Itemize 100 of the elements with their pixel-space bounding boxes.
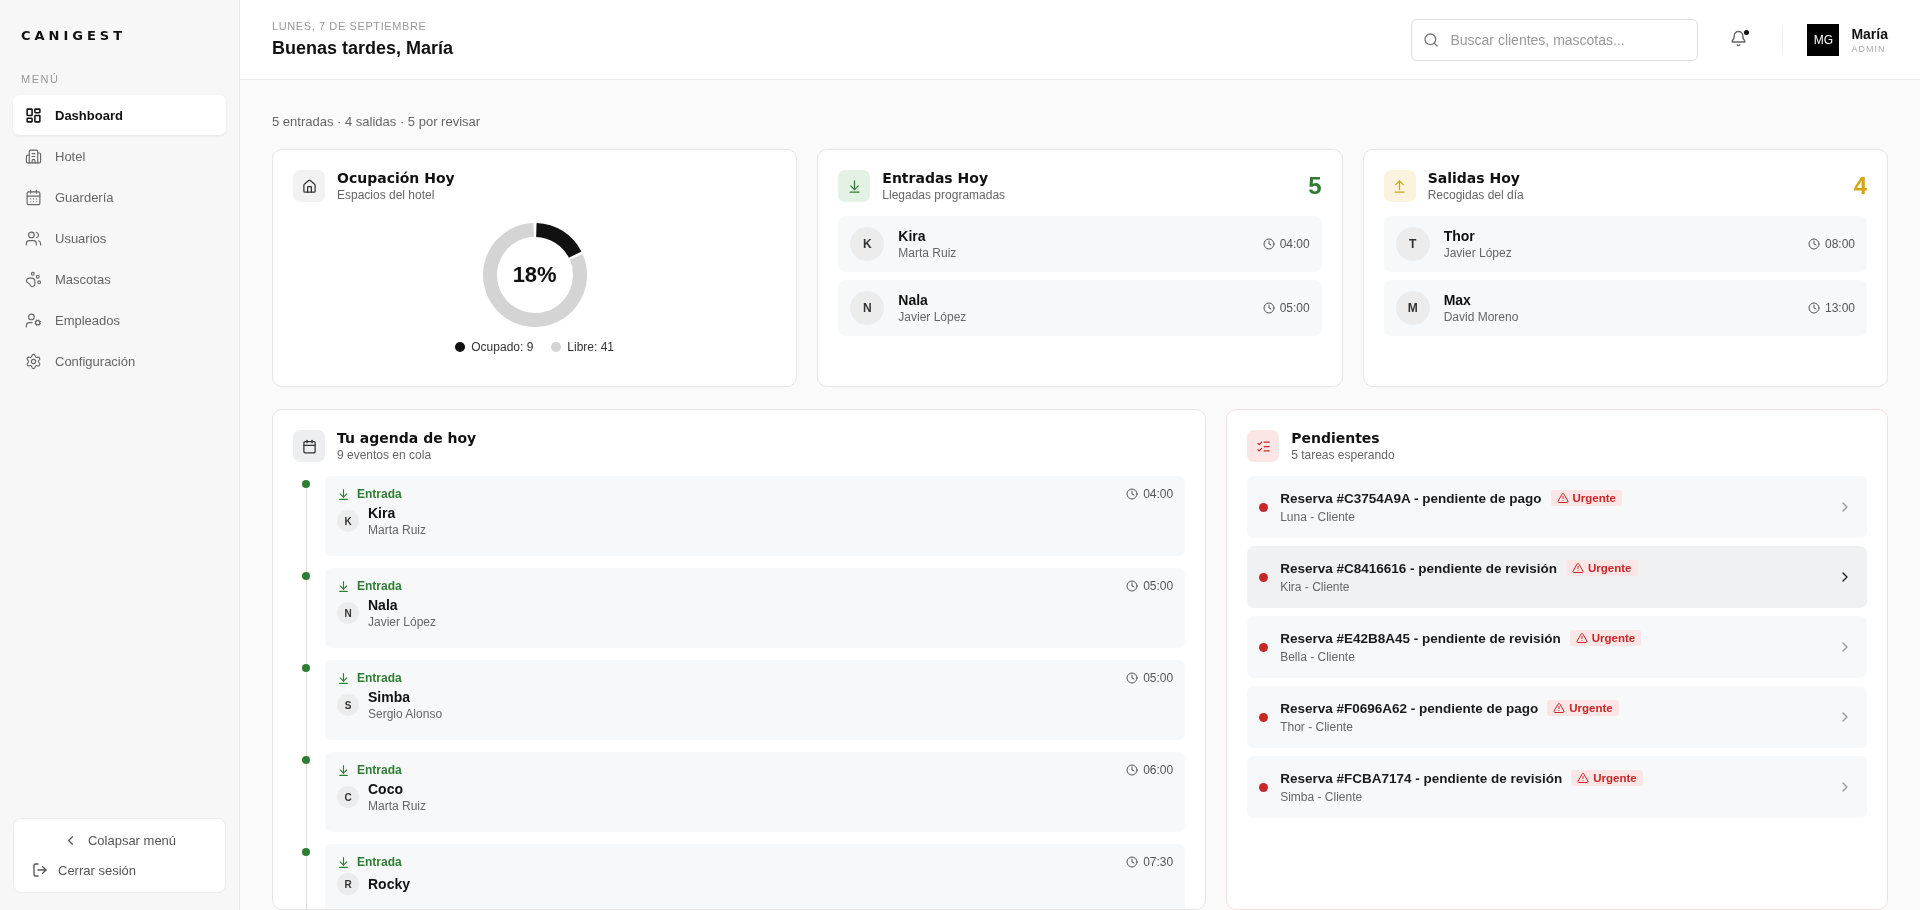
download-arrow-icon (337, 671, 350, 685)
time: 04:00 (1279, 237, 1310, 251)
task-title: Reserva #E42B8A45 - pendiente de revisión (1280, 630, 1561, 646)
pet-row[interactable]: N Nala Javier López 05:00 (838, 280, 1322, 336)
percentage: 18% (512, 262, 557, 288)
owner-name: Sergio Alonso (368, 707, 443, 721)
nav-item[interactable]: Usuarios (13, 218, 226, 258)
nav-item[interactable]: Guardería (13, 177, 226, 217)
user-name: María (1851, 25, 1888, 42)
collapse-menu-button[interactable]: Colapsar menú (62, 833, 177, 848)
owner-name: Marta Ruiz (368, 799, 426, 813)
card-title: Ocupación Hoy (337, 170, 455, 186)
pet-row[interactable]: T Thor Javier López 08:00 (1383, 216, 1867, 272)
owner-name: Javier López (1443, 246, 1512, 260)
task-row[interactable]: Reserva #F0696A62 - pendiente de pago Urgente Thor - Cliente (1247, 686, 1867, 748)
initial-avatar: N (337, 602, 359, 624)
warning-icon (1556, 492, 1569, 504)
card-subtitle: Espacios del hotel (337, 188, 436, 202)
task-row[interactable]: Reserva #C3754A9A - pendiente de pago Urgente Luna - Cliente (1247, 476, 1867, 538)
timeline-dot (302, 572, 310, 580)
nav-item[interactable]: Configuración (13, 341, 226, 381)
event-type: Entrada (357, 763, 402, 777)
search-field[interactable]: Buscar clientes, mascotas... (1411, 18, 1699, 61)
card-subtitle: 9 eventos en cola (337, 448, 433, 462)
clock-icon (1126, 672, 1139, 684)
download-arrow-icon (337, 763, 350, 777)
urgent-badge: Urgente (1571, 770, 1643, 786)
initial-avatar: M (1395, 291, 1430, 325)
nav-item[interactable]: Empleados (13, 300, 226, 340)
time: 08:00 (1824, 237, 1855, 251)
pet-name: Kira (898, 228, 927, 244)
urgent-badge: Urgente (1566, 560, 1638, 576)
clock-icon (1126, 764, 1139, 776)
nav-item[interactable]: Mascotas (13, 259, 226, 299)
task-title: Reserva #FCBA7174 - pendiente de revisión (1280, 770, 1563, 786)
pet-name: Kira (368, 505, 397, 521)
owner-name: Javier López (368, 615, 437, 629)
clock-icon (1262, 238, 1275, 250)
task-title: Reserva #F0696A62 - pendiente de pago (1280, 700, 1539, 716)
urgent-badge: Urgente (1547, 700, 1619, 716)
pet-row[interactable]: K Kira Marta Ruiz 04:00 (838, 216, 1322, 272)
owner-name: Marta Ruiz (368, 523, 426, 537)
event-type: Entrada (357, 579, 402, 593)
pet-name: Nala (898, 292, 929, 308)
task-detail: Bella - Cliente (1280, 650, 1356, 664)
initial-avatar: T (1395, 227, 1430, 261)
pet-name: Max (1443, 292, 1472, 308)
event-type: Entrada (357, 671, 402, 685)
date: LUNES, 7 DE SEPTIEMBRE (272, 20, 428, 32)
initial-avatar: S (337, 694, 359, 716)
timeline-dot (302, 480, 310, 488)
time: 05:00 (1143, 671, 1174, 685)
summary-text: 5 entradas · 4 salidas · 5 por revisar (272, 114, 481, 129)
task-row[interactable]: Reserva #C8416616 - pendiente de revisión Urgente Kira - Cliente (1247, 546, 1867, 608)
task-title: Reserva #C8416616 - pendiente de revisión (1280, 560, 1558, 576)
card-title: Tu agenda de hoy (337, 430, 477, 446)
card-title: Salidas Hoy (1427, 170, 1521, 186)
initial-avatar: C (337, 786, 359, 808)
task-detail: Simba - Cliente (1280, 790, 1364, 804)
pet-name: Coco (368, 781, 404, 797)
paw-icon (25, 270, 42, 288)
event-type: Entrada (357, 855, 402, 869)
time: 06:00 (1143, 763, 1174, 777)
timeline-dot (302, 848, 310, 856)
status-dot (1259, 712, 1269, 722)
settings-icon (25, 352, 42, 370)
legend-label: Libre: 41 (567, 340, 615, 354)
warning-icon (1577, 772, 1590, 784)
time: 05:00 (1143, 579, 1174, 593)
task-row[interactable]: Reserva #FCBA7174 - pendiente de revisión Urgente Simba - Cliente (1247, 756, 1867, 818)
nav-item[interactable]: Dashboard (13, 95, 226, 135)
pet-row[interactable]: M Max David Moreno 13:00 (1383, 280, 1867, 336)
owner-name: Marta Ruiz (898, 246, 957, 260)
warning-icon (1572, 562, 1585, 574)
initial-avatar: K (850, 227, 885, 261)
user-avatar[interactable]: MG (1807, 23, 1840, 56)
legend-label: Ocupado: 9 (471, 340, 534, 354)
search-icon (1423, 31, 1440, 48)
calendar-icon (25, 188, 42, 206)
task-detail: Luna - Cliente (1280, 510, 1356, 524)
initial-avatar: K (337, 510, 359, 532)
task-title: Reserva #C3754A9A - pendiente de pago (1280, 490, 1542, 506)
users-icon (25, 229, 42, 247)
pet-name: Nala (368, 597, 399, 613)
time: 13:00 (1824, 301, 1855, 315)
logout-button[interactable]: Cerrar sesión (32, 862, 137, 878)
card-title: Entradas Hoy (882, 170, 990, 186)
owner-name: Javier López (898, 310, 967, 324)
pet-name: Rocky (368, 876, 411, 892)
clock-icon (1262, 302, 1275, 314)
nav-item[interactable]: Hotel (13, 136, 226, 176)
bell-icon[interactable] (1730, 29, 1748, 47)
card-subtitle: Recogidas del día (1427, 188, 1524, 202)
pet-name: Simba (368, 689, 411, 705)
clock-icon (1807, 238, 1820, 250)
urgent-badge: Urgente (1569, 630, 1642, 646)
task-row[interactable]: Reserva #E42B8A45 - pendiente de revisión Urgente Bella - Cliente (1247, 616, 1867, 678)
urgent-badge: Urgente (1550, 490, 1622, 506)
section-label: MENÚ (20, 73, 60, 85)
status-dot (1259, 782, 1269, 792)
